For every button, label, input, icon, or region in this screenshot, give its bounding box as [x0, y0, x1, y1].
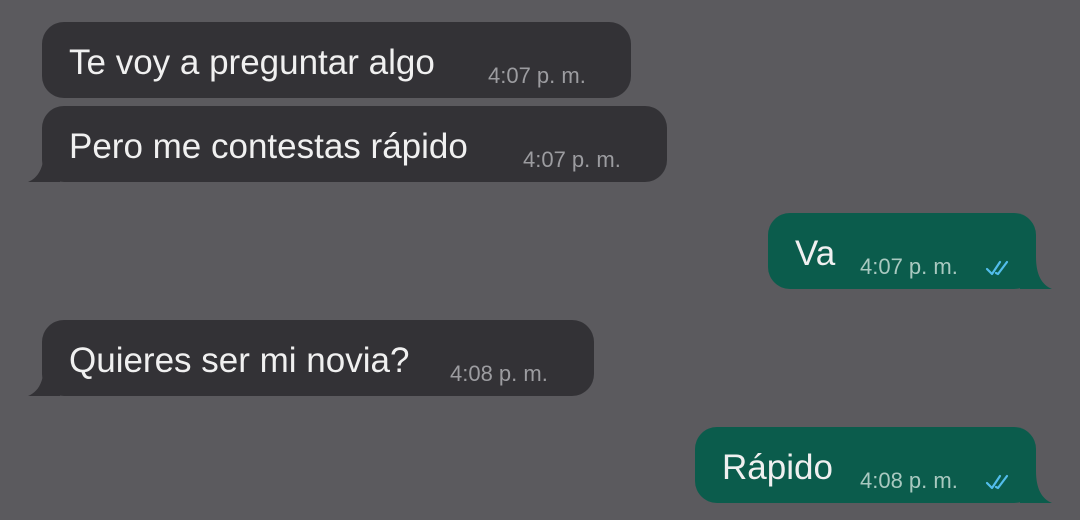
- incoming-message[interactable]: Quieres ser mi novia? 4:08 p. m.: [28, 320, 594, 396]
- bubble-tail-icon: [1020, 471, 1052, 503]
- message-time: 4:08 p. m.: [450, 361, 548, 386]
- bubble-tail-icon: [1020, 257, 1052, 289]
- message-text: Quieres ser mi novia?: [69, 341, 410, 380]
- message-text: Rápido: [722, 448, 833, 487]
- incoming-message[interactable]: Pero me contestas rápido 4:07 p. m.: [28, 106, 667, 182]
- message-text: Va: [795, 234, 836, 273]
- message-text: Te voy a preguntar algo: [69, 43, 435, 82]
- message-time: 4:07 p. m.: [523, 147, 621, 172]
- double-check-icon: [985, 260, 1009, 276]
- outgoing-message[interactable]: Rápido 4:08 p. m.: [695, 427, 1052, 503]
- bubble-tail-icon: [28, 364, 60, 396]
- chat-screen: { "messages": [ {"direction": "incoming"…: [0, 0, 1080, 520]
- message-time: 4:07 p. m.: [860, 254, 958, 279]
- message-text: Pero me contestas rápido: [69, 127, 468, 166]
- bubble-tail-icon: [28, 150, 60, 182]
- message-time: 4:08 p. m.: [860, 468, 958, 493]
- outgoing-message[interactable]: Va 4:07 p. m.: [768, 213, 1052, 289]
- double-check-icon: [985, 474, 1009, 490]
- message-list: Te voy a preguntar algo 4:07 p. m. Pero …: [0, 0, 1080, 520]
- message-time: 4:07 p. m.: [488, 63, 586, 88]
- incoming-message[interactable]: Te voy a preguntar algo 4:07 p. m.: [42, 22, 631, 98]
